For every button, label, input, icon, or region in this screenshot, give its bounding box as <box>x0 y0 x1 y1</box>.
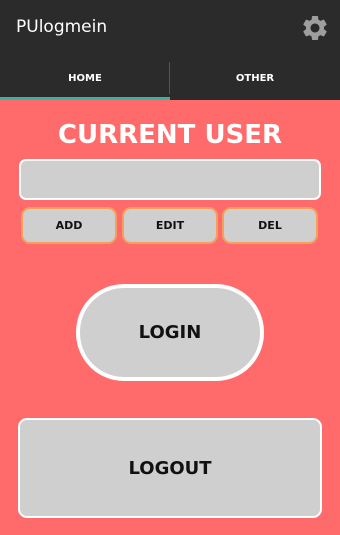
gear-icon <box>303 15 327 40</box>
settings-button[interactable] <box>298 11 332 45</box>
tab-bar: HOME OTHER <box>0 56 340 100</box>
tab-selected-indicator <box>0 97 170 100</box>
delete-button[interactable]: DEL <box>222 207 318 244</box>
current-user-field[interactable] <box>19 159 321 200</box>
add-button[interactable]: ADD <box>21 207 117 244</box>
tab-other[interactable]: OTHER <box>170 56 340 100</box>
login-button[interactable]: LOGIN <box>76 284 264 381</box>
tab-other-label: OTHER <box>235 72 275 84</box>
tab-home[interactable]: HOME <box>0 56 170 100</box>
action-bar: PUlogmein <box>0 0 340 56</box>
app-title: PUlogmein <box>16 17 108 37</box>
edit-button[interactable]: EDIT <box>122 207 218 244</box>
logout-button[interactable]: LOGOUT <box>18 418 322 518</box>
current-user-heading: CURRENT USER <box>57 120 283 150</box>
tab-home-label: HOME <box>68 72 102 84</box>
